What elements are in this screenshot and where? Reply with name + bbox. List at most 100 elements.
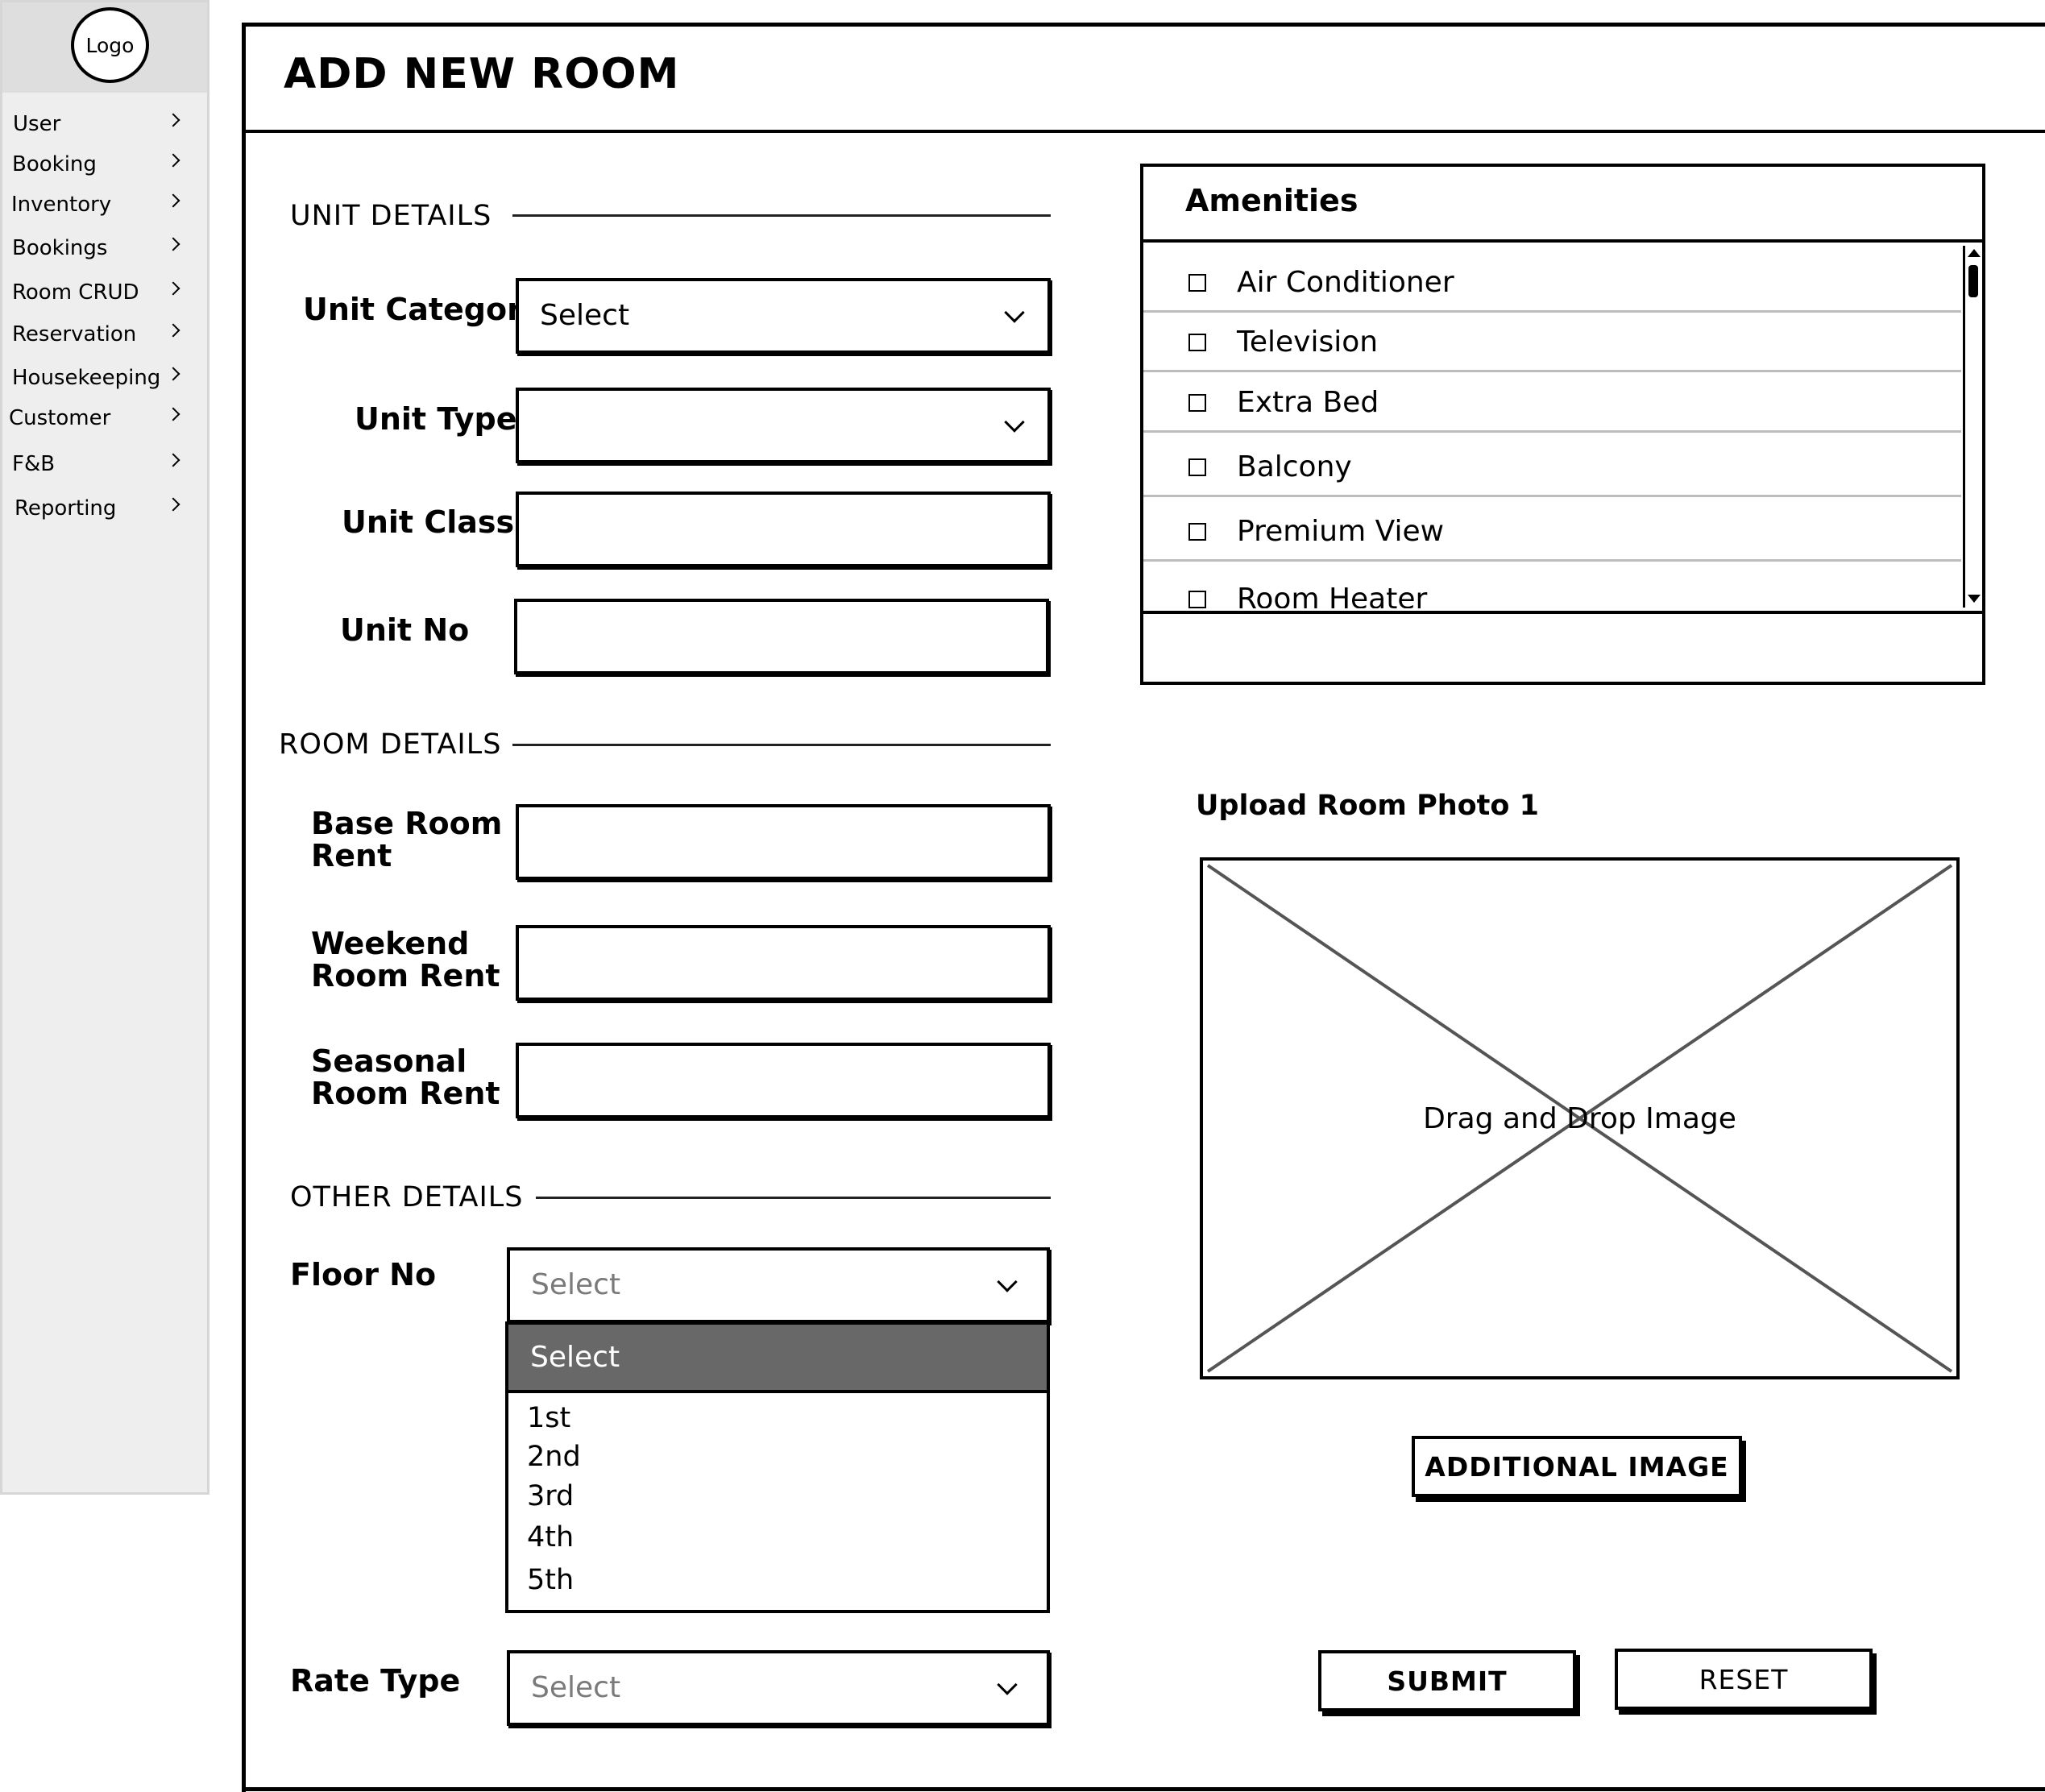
sidebar-item-reservation[interactable]: Reservation [2, 317, 207, 355]
chevron-down-icon [997, 1271, 1018, 1292]
weekend-room-rent-label-line2: Room Rent [311, 958, 500, 993]
section-title-unit-details: UNIT DETAILS [290, 200, 492, 232]
section-divider [536, 1197, 1051, 1199]
sidebar-item-inventory[interactable]: Inventory [2, 188, 207, 225]
logo-area: Logo [2, 2, 207, 93]
sidebar-item-label: Bookings [12, 236, 108, 260]
floor-no-option-highlighted[interactable]: Select [508, 1325, 1047, 1393]
chevron-right-icon [166, 237, 180, 251]
unit-category-label: Unit Category [303, 292, 542, 327]
amenities-panel: Amenities Air Conditioner Television Ext… [1140, 164, 1985, 685]
unit-class-input[interactable] [516, 492, 1051, 567]
chevron-right-icon [166, 193, 180, 208]
sidebar-item-label: Reservation [12, 322, 137, 346]
unit-type-select[interactable] [516, 388, 1051, 463]
weekend-room-rent-label-line1: Weekend [311, 926, 470, 961]
amenity-item[interactable]: Premium View [1143, 502, 1961, 562]
amenity-item[interactable]: Balcony [1143, 438, 1961, 497]
amenity-item[interactable]: Room Heater [1143, 570, 1961, 608]
base-room-rent-label-line2: Rent [311, 838, 392, 873]
seasonal-room-rent-input[interactable] [516, 1043, 1051, 1118]
additional-image-button[interactable]: ADDITIONAL IMAGE [1412, 1436, 1742, 1497]
amenity-checkbox[interactable] [1188, 523, 1206, 541]
base-room-rent-input[interactable] [516, 804, 1051, 880]
seasonal-room-rent-label-line2: Room Rent [311, 1076, 500, 1111]
chevron-down-icon [997, 1674, 1018, 1695]
sidebar-item-customer[interactable]: Customer [2, 401, 207, 438]
chevron-right-icon [166, 367, 180, 381]
amenity-checkbox[interactable] [1188, 274, 1206, 292]
amenity-label: Air Conditioner [1237, 266, 1454, 299]
amenity-label: Television [1237, 326, 1379, 359]
weekend-room-rent-label: Weekend Room Rent [311, 927, 500, 992]
amenities-header: Amenities [1143, 167, 1982, 243]
weekend-room-rent-input[interactable] [516, 925, 1051, 1001]
section-divider [512, 214, 1051, 217]
rate-type-placeholder: Select [531, 1671, 621, 1704]
floor-no-option[interactable]: 2nd [527, 1441, 581, 1473]
chevron-down-icon [1004, 302, 1025, 323]
section-title-other-details: OTHER DETAILS [290, 1181, 524, 1213]
sidebar-item-reporting[interactable]: Reporting [2, 492, 207, 529]
reset-button[interactable]: RESET [1615, 1649, 1873, 1710]
image-drop-zone[interactable]: Drag and Drop Image [1200, 857, 1960, 1379]
sidebar-item-room-crud[interactable]: Room CRUD [2, 276, 207, 313]
sidebar-item-label: Customer [9, 406, 111, 430]
sidebar-item-user[interactable]: User [2, 107, 207, 144]
rate-type-select[interactable]: Select [507, 1650, 1050, 1726]
amenity-checkbox[interactable] [1188, 591, 1206, 608]
sidebar-item-booking[interactable]: Booking [2, 147, 207, 185]
amenity-item[interactable]: Extra Bed [1143, 373, 1961, 433]
unit-category-value: Select [540, 299, 630, 332]
chevron-right-icon [166, 453, 180, 467]
sidebar: Logo User Booking Inventory Bookings Roo… [0, 0, 209, 1495]
upload-photo-label: Upload Room Photo 1 [1196, 790, 1539, 822]
chevron-right-icon [166, 497, 180, 512]
page-title: ADD NEW ROOM [284, 50, 680, 98]
amenity-label: Balcony [1237, 450, 1352, 483]
base-room-rent-label: Base Room Rent [311, 807, 502, 872]
logo: Logo [71, 7, 149, 83]
floor-no-option[interactable]: 4th [527, 1521, 574, 1553]
floor-no-option[interactable]: 5th [527, 1564, 574, 1596]
seasonal-room-rent-label: Seasonal Room Rent [311, 1045, 500, 1110]
chevron-right-icon [166, 113, 180, 127]
sidebar-item-label: Reporting [15, 496, 117, 521]
floor-no-option[interactable]: 1st [527, 1402, 570, 1434]
scroll-thumb[interactable] [1968, 265, 1978, 297]
amenity-checkbox[interactable] [1188, 458, 1206, 476]
amenity-checkbox[interactable] [1188, 334, 1206, 351]
floor-no-option-highlighted-label: Select [530, 1341, 620, 1374]
amenity-label: Extra Bed [1237, 386, 1379, 419]
amenities-scrollbar[interactable] [1963, 246, 1982, 608]
scroll-up-arrow-icon[interactable] [1968, 249, 1981, 257]
drop-zone-text: Drag and Drop Image [1423, 1102, 1736, 1135]
amenity-item[interactable]: Television [1143, 313, 1961, 372]
chevron-right-icon [166, 407, 180, 421]
floor-no-dropdown-list: Select 1st 2nd 3rd 4th 5th [505, 1321, 1050, 1613]
section-divider [512, 744, 1051, 746]
floor-no-label: Floor No [290, 1257, 437, 1292]
amenity-label: Room Heater [1237, 583, 1428, 608]
floor-no-select[interactable]: Select [507, 1247, 1050, 1323]
sidebar-item-label: User [13, 112, 61, 136]
unit-no-input[interactable] [514, 599, 1049, 674]
amenity-checkbox[interactable] [1188, 394, 1206, 412]
sidebar-item-label: Inventory [11, 193, 112, 217]
sidebar-item-bookings[interactable]: Bookings [2, 231, 207, 268]
sidebar-item-fb[interactable]: F&B [2, 447, 207, 484]
amenity-item[interactable]: Air Conditioner [1143, 253, 1961, 313]
amenities-title: Amenities [1185, 183, 1358, 218]
section-title-room-details: ROOM DETAILS [279, 728, 502, 761]
unit-category-select[interactable]: Select [516, 278, 1051, 354]
sidebar-item-housekeeping[interactable]: Housekeeping [2, 361, 207, 398]
base-room-rent-label-line1: Base Room [311, 806, 503, 841]
unit-class-label: Unit Class [342, 504, 515, 540]
sidebar-item-label: Booking [12, 152, 97, 176]
sidebar-item-label: Housekeeping [12, 366, 161, 390]
floor-no-option[interactable]: 3rd [527, 1480, 574, 1512]
amenity-label: Premium View [1237, 515, 1445, 548]
sidebar-item-label: Room CRUD [12, 280, 139, 305]
submit-button[interactable]: SUBMIT [1318, 1650, 1576, 1711]
scroll-down-arrow-icon[interactable] [1968, 595, 1981, 603]
